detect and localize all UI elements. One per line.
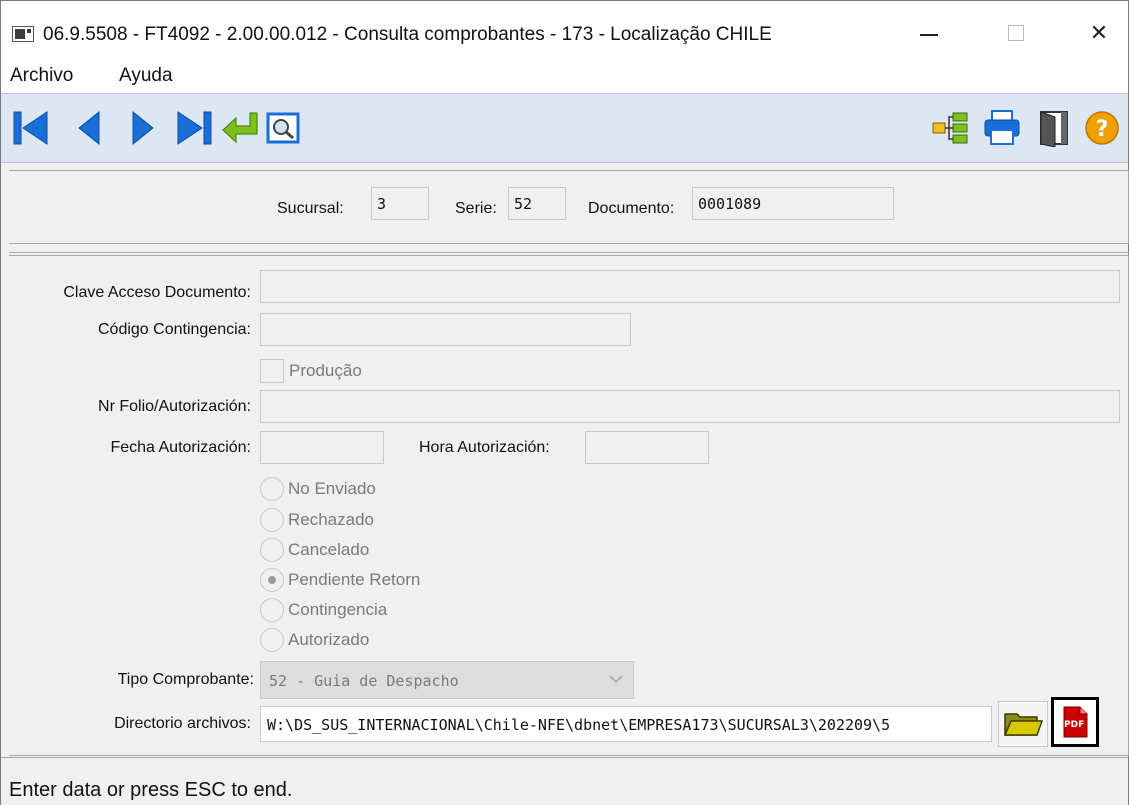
help-icon: ? xyxy=(1085,111,1119,145)
tipo-comprobante-label: Tipo Comprobante: xyxy=(117,671,254,688)
menu-bar: Archivo Ayuda xyxy=(1,59,1128,93)
view-button[interactable] xyxy=(263,107,303,149)
sucursal-field[interactable]: 3 xyxy=(371,187,429,220)
exit-button[interactable] xyxy=(1034,107,1074,149)
menu-archivo[interactable]: Archivo xyxy=(10,65,73,87)
directorio-archivos-field[interactable]: W:\DS_SUS_INTERNACIONAL\Chile-NFE\dbnet\… xyxy=(260,706,992,742)
application-window: 06.9.5508 - FT4092 - 2.00.00.012 - Consu… xyxy=(0,0,1129,805)
exit-door-icon xyxy=(1040,111,1068,147)
previous-record-icon xyxy=(78,110,100,146)
status-option-cancelado[interactable]: Cancelado xyxy=(260,537,369,563)
menu-ayuda[interactable]: Ayuda xyxy=(119,65,173,87)
first-record-button[interactable] xyxy=(11,107,53,149)
codigo-contingencia-field[interactable] xyxy=(260,313,631,346)
tree-button[interactable] xyxy=(929,107,973,149)
minimize-button[interactable] xyxy=(907,15,951,51)
close-icon: ✕ xyxy=(1089,20,1109,45)
next-record-button[interactable] xyxy=(125,107,161,149)
directorio-archivos-label: Directorio archivos: xyxy=(114,715,251,732)
status-message: Enter data or press ESC to end. xyxy=(9,779,293,801)
sucursal-label: Sucursal: xyxy=(277,200,344,217)
hora-autorizacion-field[interactable] xyxy=(585,431,709,464)
help-button[interactable]: ? xyxy=(1080,107,1124,149)
documento-field[interactable]: 0001089 xyxy=(692,187,894,220)
pdf-button[interactable]: PDF xyxy=(1051,697,1099,747)
maximize-icon xyxy=(1008,25,1024,41)
window-title: 06.9.5508 - FT4092 - 2.00.00.012 - Consu… xyxy=(43,24,772,45)
status-option-pendiente-retorn[interactable]: Pendiente Retorn xyxy=(260,567,420,593)
status-bar: Enter data or press ESC to end. xyxy=(1,757,1128,805)
print-icon xyxy=(984,110,1020,145)
minimize-icon xyxy=(920,34,938,36)
app-icon[interactable] xyxy=(12,26,34,42)
status-option-autorizado[interactable]: Autorizado xyxy=(260,627,369,653)
last-record-icon xyxy=(177,111,212,145)
folder-icon xyxy=(1003,713,1043,736)
status-option-label: No Enviado xyxy=(288,479,376,498)
last-record-button[interactable] xyxy=(171,107,215,149)
status-option-label: Autorizado xyxy=(288,630,370,649)
view-icon xyxy=(266,112,300,144)
status-option-no-enviado[interactable]: No Enviado xyxy=(260,476,376,502)
clave-acceso-label: Clave Acceso Documento: xyxy=(63,284,251,301)
header-panel xyxy=(9,170,1129,244)
nr-folio-label: Nr Folio/Autorización: xyxy=(98,398,251,415)
radio-button[interactable] xyxy=(260,477,284,501)
print-button[interactable] xyxy=(980,107,1024,149)
open-folder-button[interactable] xyxy=(998,701,1048,747)
panel-divider xyxy=(9,252,1129,253)
tipo-comprobante-select[interactable]: 52 - Guia de Despacho xyxy=(260,661,634,699)
tree-icon xyxy=(932,112,968,144)
codigo-contingencia-label: Código Contingencia: xyxy=(98,321,251,338)
radio-button[interactable] xyxy=(260,538,284,562)
chevron-down-icon[interactable] xyxy=(606,669,626,689)
radio-button[interactable] xyxy=(260,598,284,622)
enter-button[interactable] xyxy=(219,107,261,149)
next-record-icon xyxy=(132,110,154,146)
radio-button[interactable] xyxy=(260,628,284,652)
producao-checkbox[interactable] xyxy=(260,359,284,383)
clave-acceso-field[interactable] xyxy=(260,270,1120,303)
fecha-autorizacion-label: Fecha Autorización: xyxy=(110,439,251,456)
hora-autorizacion-label: Hora Autorización: xyxy=(419,439,550,456)
radio-button[interactable] xyxy=(260,508,284,532)
status-option-label: Rechazado xyxy=(288,510,375,529)
previous-record-button[interactable] xyxy=(71,107,107,149)
title-bar: 06.9.5508 - FT4092 - 2.00.00.012 - Consu… xyxy=(1,1,1128,59)
documento-label: Documento: xyxy=(588,200,675,217)
serie-field[interactable]: 52 xyxy=(508,187,566,220)
producao-label: Produção xyxy=(289,361,362,380)
nr-folio-field[interactable] xyxy=(260,390,1120,423)
svg-text:?: ? xyxy=(1096,117,1109,142)
status-option-label: Pendiente Retorn xyxy=(288,570,421,589)
pdf-label: PDF xyxy=(1064,720,1085,730)
radio-button-selected[interactable] xyxy=(260,568,284,592)
status-option-label: Cancelado xyxy=(288,540,370,559)
serie-label: Serie: xyxy=(455,200,497,217)
status-option-label: Contingencia xyxy=(288,600,388,619)
fecha-autorizacion-field[interactable] xyxy=(260,431,384,464)
first-record-icon xyxy=(13,111,48,145)
enter-icon xyxy=(222,112,258,144)
status-option-contingencia[interactable]: Contingencia xyxy=(260,597,387,623)
maximize-button[interactable] xyxy=(994,15,1038,51)
toolbar: ? xyxy=(1,93,1128,163)
close-button[interactable]: ✕ xyxy=(1077,15,1121,51)
status-option-rechazado[interactable]: Rechazado xyxy=(260,507,374,533)
